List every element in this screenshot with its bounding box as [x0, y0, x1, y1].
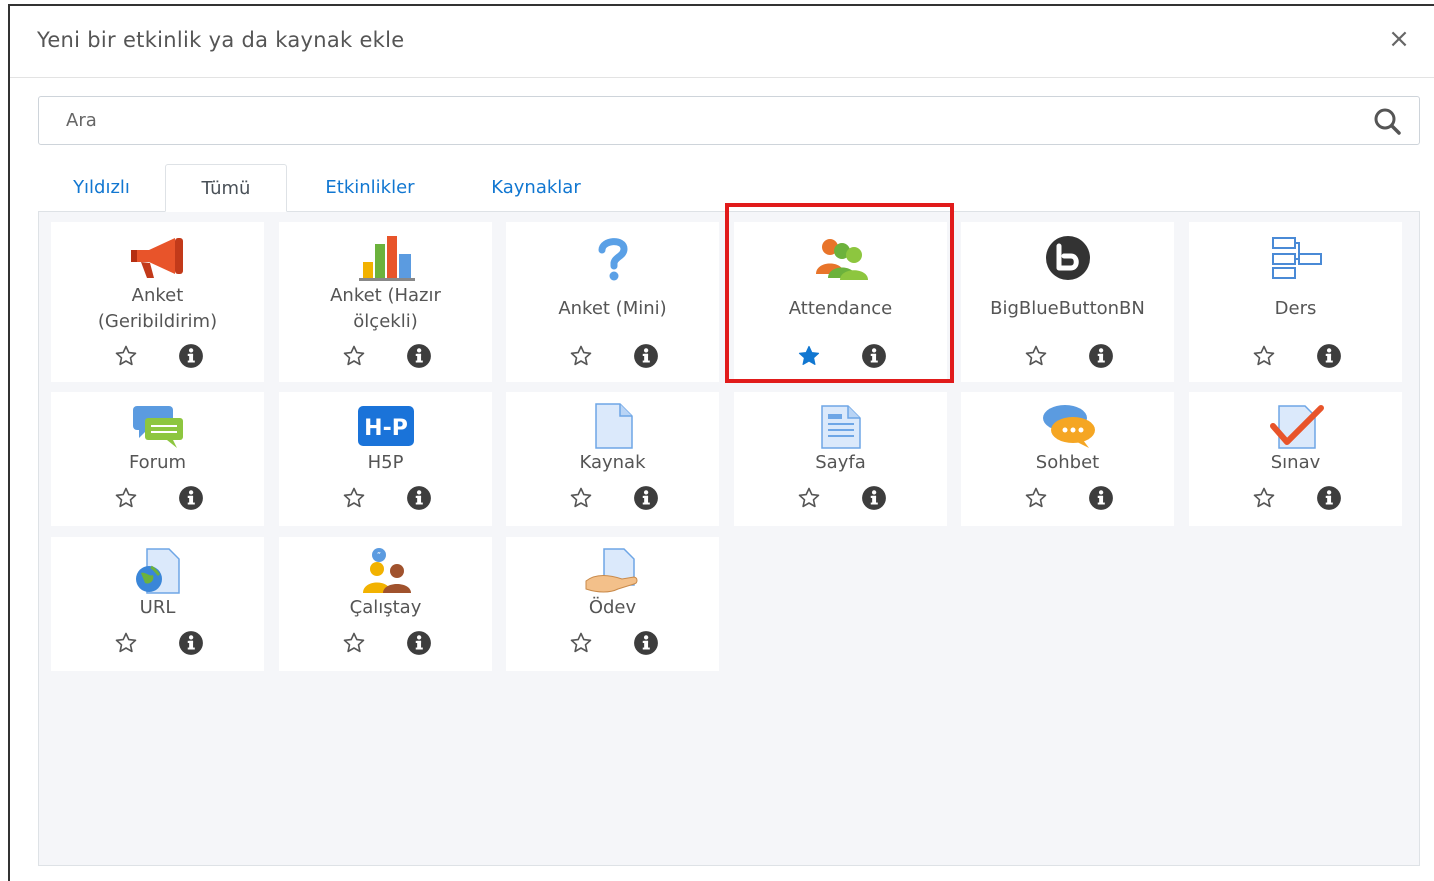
module-tile[interactable]: URL: [51, 537, 264, 671]
module-label: Sınav: [1270, 452, 1321, 473]
star-outline-icon[interactable]: [113, 486, 139, 510]
search-box: [38, 96, 1420, 145]
module-tile[interactable]: Forum: [51, 392, 264, 526]
tab-bar: Yıldızlı Tümü Etkinlikler Kaynaklar: [38, 164, 1420, 212]
info-icon[interactable]: [1316, 343, 1342, 369]
star-outline-icon[interactable]: [113, 344, 139, 368]
search-input[interactable]: [39, 97, 1339, 144]
info-icon[interactable]: [633, 485, 659, 511]
svg-text:”: ”: [376, 551, 380, 560]
svg-text:H-P: H-P: [364, 416, 408, 441]
info-icon[interactable]: [1088, 343, 1114, 369]
file-icon: [506, 402, 719, 450]
workshop-people-icon: ”: [279, 547, 492, 595]
forum-bubbles-icon: [51, 402, 264, 450]
tab-all[interactable]: Tümü: [165, 164, 287, 212]
info-icon[interactable]: [178, 343, 204, 369]
dialog-title: Yeni bir etkinlik ya da kaynak ekle: [37, 28, 405, 52]
close-button[interactable]: ×: [1384, 24, 1414, 54]
module-tile[interactable]: Anket (Mini): [506, 222, 719, 382]
module-tile[interactable]: Anket (Hazır ölçekli): [279, 222, 492, 382]
star-outline-icon[interactable]: [113, 631, 139, 655]
page-icon: [734, 402, 947, 450]
module-tile[interactable]: H-P H5P: [279, 392, 492, 526]
module-label: Anket (Geribildirim): [97, 285, 218, 332]
star-outline-icon[interactable]: [1023, 486, 1049, 510]
info-icon[interactable]: [406, 485, 432, 511]
question-mark-icon: [506, 234, 719, 282]
info-icon[interactable]: [406, 343, 432, 369]
module-label: Anket (Mini): [558, 298, 667, 319]
module-label: Forum: [128, 452, 187, 473]
module-label: Ders: [1274, 298, 1317, 319]
info-icon[interactable]: [633, 630, 659, 656]
module-tile[interactable]: Ders: [1189, 222, 1402, 382]
info-icon[interactable]: [406, 630, 432, 656]
module-tile[interactable]: Attendance: [734, 222, 947, 382]
bar-chart-icon: [279, 234, 492, 282]
module-label: BigBlueButtonBN: [990, 298, 1145, 319]
module-tile[interactable]: Ödev: [506, 537, 719, 671]
star-outline-icon[interactable]: [1251, 486, 1277, 510]
tab-activities[interactable]: Etkinlikler: [297, 164, 443, 212]
star-outline-icon[interactable]: [341, 486, 367, 510]
module-label: Attendance: [788, 298, 893, 319]
info-icon[interactable]: [1088, 485, 1114, 511]
star-outline-icon[interactable]: [796, 486, 822, 510]
people-group-icon: [734, 234, 947, 282]
info-icon[interactable]: [178, 630, 204, 656]
add-activity-dialog: Yeni bir etkinlik ya da kaynak ekle × Yı…: [8, 4, 1434, 881]
module-label: Çalıştay: [349, 597, 422, 618]
module-label: Sohbet: [1035, 452, 1100, 473]
module-label: Kaynak: [579, 452, 646, 473]
star-outline-icon[interactable]: [341, 344, 367, 368]
info-icon[interactable]: [861, 485, 887, 511]
dialog-header: Yeni bir etkinlik ya da kaynak ekle ×: [10, 6, 1434, 78]
info-icon[interactable]: [1316, 485, 1342, 511]
module-label: H5P: [367, 452, 404, 473]
star-outline-icon[interactable]: [1023, 344, 1049, 368]
lesson-flow-icon: [1189, 234, 1402, 282]
module-tile[interactable]: Sınav: [1189, 392, 1402, 526]
quiz-check-icon: [1189, 402, 1402, 450]
star-filled-icon[interactable]: [796, 344, 822, 368]
search-icon[interactable]: [1371, 106, 1405, 136]
info-icon[interactable]: [861, 343, 887, 369]
assignment-hand-icon: [506, 547, 719, 595]
module-label: Sayfa: [815, 452, 866, 473]
module-tile[interactable]: BigBlueButtonBN: [961, 222, 1174, 382]
module-tile[interactable]: Sayfa: [734, 392, 947, 526]
module-grid: Anket (Geribildirim) Anket (Hazır ölçekli…: [38, 211, 1420, 866]
star-outline-icon[interactable]: [341, 631, 367, 655]
module-tile[interactable]: Kaynak: [506, 392, 719, 526]
star-outline-icon[interactable]: [1251, 344, 1277, 368]
module-tile[interactable]: Anket (Geribildirim): [51, 222, 264, 382]
chat-bubbles-icon: [961, 402, 1174, 450]
megaphone-icon: [51, 234, 264, 282]
tab-starred[interactable]: Yıldızlı: [38, 164, 165, 212]
module-tile[interactable]: Sohbet: [961, 392, 1174, 526]
tab-resources[interactable]: Kaynaklar: [465, 164, 607, 212]
info-icon[interactable]: [178, 485, 204, 511]
bigbluebutton-icon: [961, 234, 1174, 282]
url-globe-icon: [51, 547, 264, 595]
star-outline-icon[interactable]: [568, 344, 594, 368]
module-label: URL: [139, 597, 176, 618]
h5p-icon: H-P: [279, 402, 492, 450]
info-icon[interactable]: [633, 343, 659, 369]
module-label: Ödev: [588, 597, 637, 618]
module-tile[interactable]: ” Çalıştay: [279, 537, 492, 671]
star-outline-icon[interactable]: [568, 631, 594, 655]
star-outline-icon[interactable]: [568, 486, 594, 510]
module-label: Anket (Hazır ölçekli): [330, 285, 441, 332]
